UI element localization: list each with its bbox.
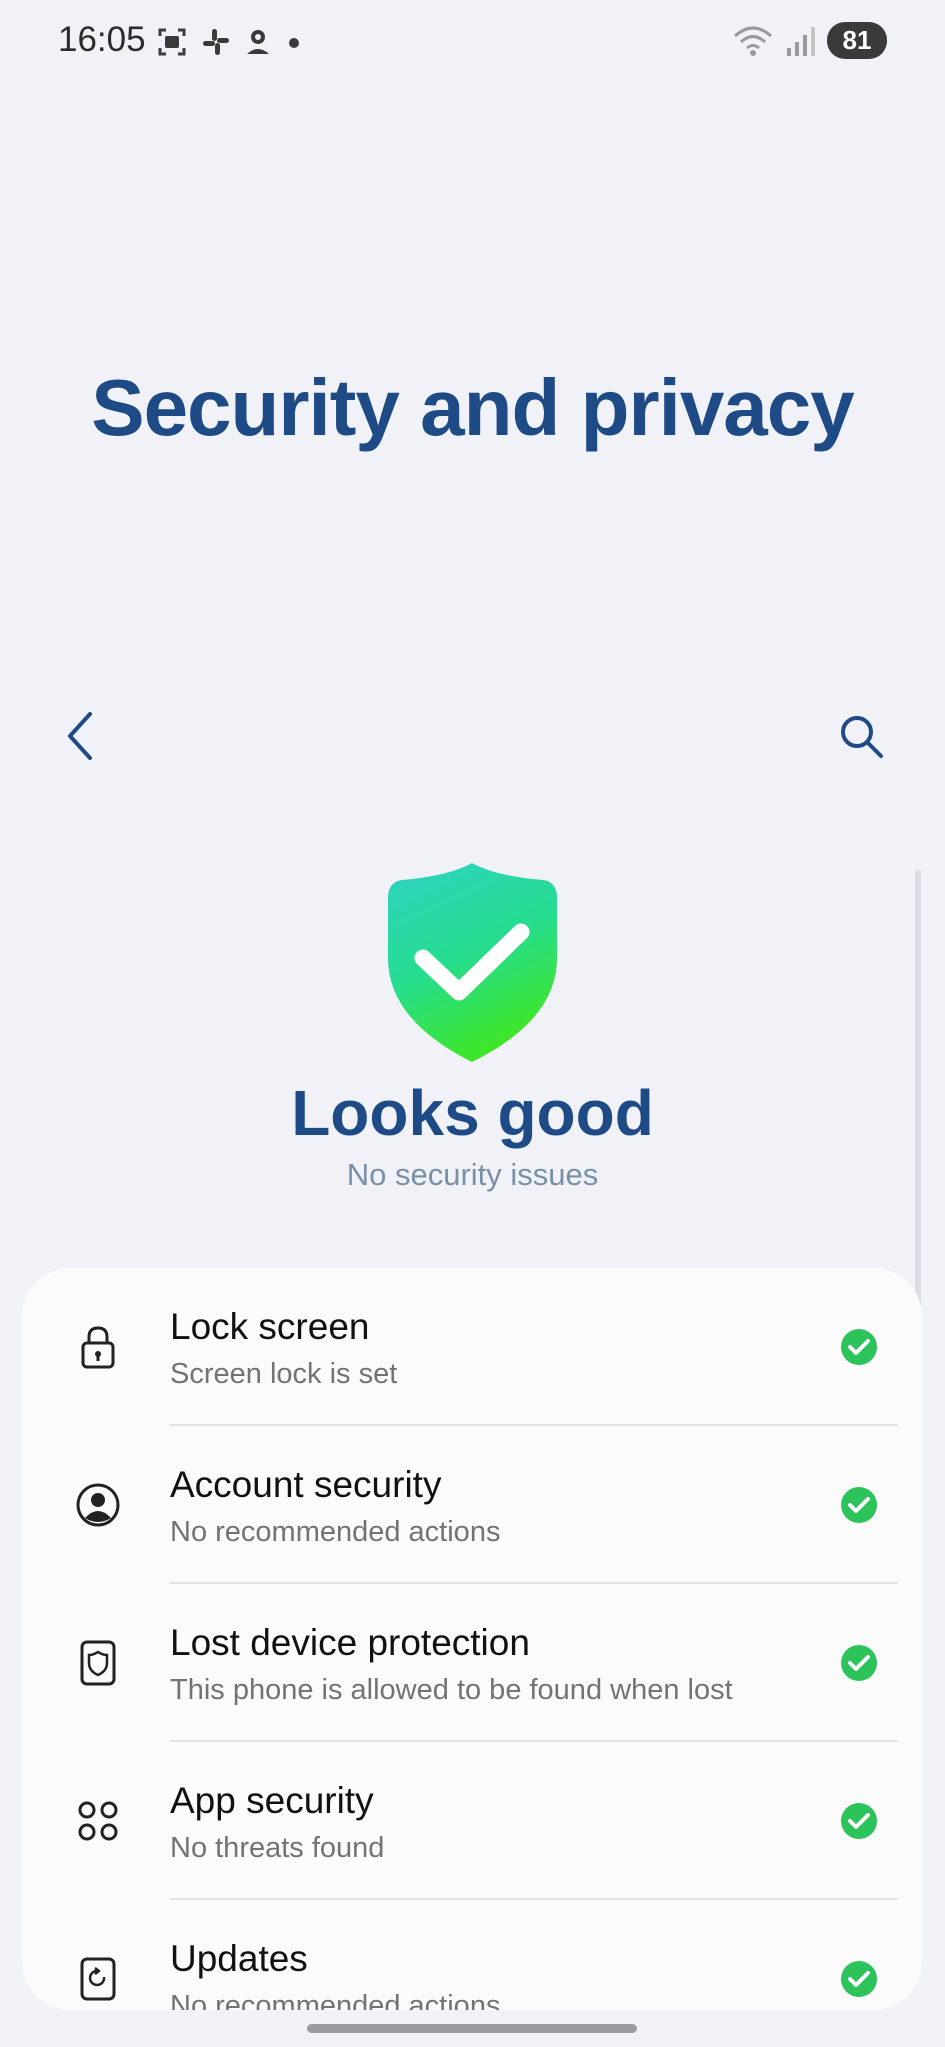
list-item-subtitle: This phone is allowed to be found when l… [170,1674,733,1706]
app-security-icon [74,1797,122,1845]
slack-icon [203,29,229,55]
list-item-updates[interactable]: Updates No recommended actions [22,1900,922,2010]
lock-icon [74,1323,122,1371]
list-item-title: Updates [170,1938,308,1979]
account-icon [74,1481,122,1529]
battery-badge: 81 [827,22,887,59]
list-item-subtitle: No recommended actions [170,1990,501,2010]
security-items-card: Lock screen Screen lock is set Account s… [22,1268,922,2010]
status-bar: 16:05 81 [0,0,945,90]
status-icons-right: 81 [733,22,887,59]
check-circle-icon [841,1803,877,1839]
list-item-subtitle: No recommended actions [170,1516,501,1548]
updates-icon [74,1955,122,2003]
list-item-lock-screen[interactable]: Lock screen Screen lock is set [22,1268,922,1426]
check-circle-icon [841,1645,877,1681]
security-status-title: Looks good [291,1077,654,1149]
signal-icon [787,26,815,56]
screenshot-icon [158,28,186,56]
status-time: 16:05 [58,20,146,59]
list-item-account-security[interactable]: Account security No recommended actions [22,1426,922,1584]
list-item-title: Lock screen [170,1306,370,1347]
list-item-subtitle: No threats found [170,1832,385,1864]
status-icons-left [156,26,304,58]
page-title: Security and privacy [91,363,855,452]
check-circle-icon [841,1329,877,1365]
back-button[interactable] [58,706,108,766]
list-item-title: Account security [170,1464,442,1505]
list-item-subtitle: Screen lock is set [170,1358,398,1390]
list-item-title: App security [170,1780,374,1821]
shield-check-icon [385,860,560,1065]
search-button[interactable] [835,708,887,764]
lost-device-icon [74,1639,122,1687]
list-item-title: Lost device protection [170,1622,530,1663]
list-item-app-security[interactable]: App security No threats found [22,1742,922,1900]
wifi-icon [734,26,772,56]
search-icon [841,716,883,758]
home-indicator[interactable] [307,2024,637,2033]
find-my-device-icon [247,30,269,54]
check-circle-icon [841,1487,877,1523]
chevron-left-icon [68,712,92,760]
security-status-subtitle: No security issues [346,1157,599,1192]
list-item-lost-device-protection[interactable]: Lost device protection This phone is all… [22,1584,922,1742]
dot-icon [289,38,299,48]
check-circle-icon [841,1961,877,1997]
